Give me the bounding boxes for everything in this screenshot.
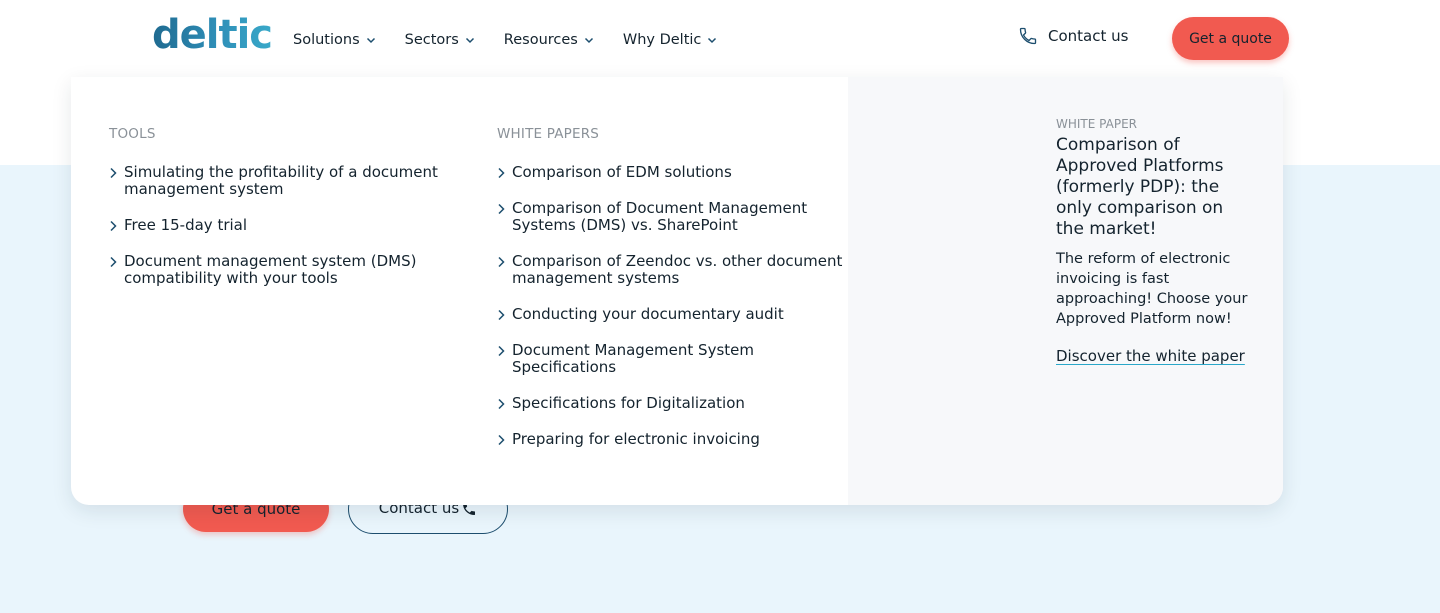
nav-solutions[interactable]: Solutions (293, 29, 377, 51)
nav-label: Sectors (404, 32, 459, 48)
white-paper-link-label: Conducting your documentary audit (512, 305, 784, 323)
featured-eyebrow: WHITE PAPER (1056, 117, 1137, 131)
white-paper-link[interactable]: Comparison of EDM solutions (497, 164, 847, 181)
phone-icon (1019, 27, 1037, 45)
white-paper-link[interactable]: Specifications for Digitalization (497, 395, 847, 412)
main-nav: Solutions Sectors Resources Why Deltic (293, 29, 746, 51)
chevron-down-icon (465, 37, 474, 44)
header-contact-label: Contact us (1048, 27, 1129, 45)
tools-link[interactable]: Free 15-day trial (109, 217, 459, 234)
white-papers-title: WHITE PAPERS (497, 126, 600, 142)
header-get-quote-label: Get a quote (1189, 30, 1272, 47)
site-header: deltic Solutions Sectors Resources Why D… (0, 0, 1440, 76)
resources-mega-menu: TOOLS Simulating the profitability of a … (71, 77, 1283, 505)
tools-column: TOOLS Simulating the profitability of a … (109, 126, 459, 306)
nav-label: Resources (503, 32, 578, 48)
white-paper-link[interactable]: Preparing for electronic invoicing (497, 431, 847, 448)
tools-title: TOOLS (109, 126, 156, 142)
featured-description: The reform of electronic invoicing is fa… (1056, 251, 1248, 327)
discover-white-paper-link[interactable]: Discover the white paper (1056, 347, 1256, 365)
white-paper-link-label: Comparison of Zeendoc vs. other document… (512, 252, 843, 287)
tools-link-label: Simulating the profitability of a docume… (124, 163, 438, 198)
chevron-right-icon (110, 220, 117, 232)
featured-title: Comparison of Approved Platforms (former… (1056, 135, 1224, 239)
white-paper-link-label: Preparing for electronic invoicing (512, 430, 760, 448)
white-paper-link-label: Document Management System Specification… (512, 341, 754, 376)
nav-label: Solutions (293, 32, 360, 48)
chevron-down-icon (366, 37, 375, 44)
white-paper-link[interactable]: Document Management System Specification… (497, 342, 847, 376)
header-get-quote-button[interactable]: Get a quote (1172, 17, 1289, 60)
chevron-right-icon (498, 345, 505, 357)
chevron-right-icon (498, 167, 505, 179)
nav-sectors[interactable]: Sectors (405, 29, 476, 51)
chevron-right-icon (498, 256, 505, 268)
nav-resources[interactable]: Resources (504, 29, 595, 51)
white-paper-link[interactable]: Comparison of Document Management System… (497, 200, 847, 234)
chevron-down-icon (708, 37, 717, 44)
chevron-right-icon (110, 256, 117, 268)
chevron-right-icon (498, 434, 505, 446)
featured-white-paper: WHITE PAPER Comparison of Approved Platf… (1056, 117, 1256, 365)
white-papers-column: WHITE PAPERS Comparison of EDM solutions… (497, 126, 847, 467)
chevron-right-icon (498, 398, 505, 410)
tools-link[interactable]: Document management system (DMS) compati… (109, 253, 459, 287)
deltic-logo[interactable]: deltic (152, 12, 273, 58)
tools-link-label: Document management system (DMS) compati… (124, 252, 417, 287)
white-paper-link-label: Comparison of EDM solutions (512, 163, 732, 181)
chevron-down-icon (584, 37, 593, 44)
tools-link-label: Free 15-day trial (124, 216, 248, 234)
white-paper-link[interactable]: Comparison of Zeendoc vs. other document… (497, 253, 847, 287)
white-paper-link-label: Specifications for Digitalization (512, 394, 745, 412)
chevron-right-icon (498, 203, 505, 215)
nav-why-deltic[interactable]: Why Deltic (623, 29, 719, 51)
header-contact-link[interactable]: Contact us (1018, 26, 1128, 46)
white-paper-link[interactable]: Conducting your documentary audit (497, 306, 847, 323)
chevron-right-icon (110, 167, 117, 179)
white-paper-link-label: Comparison of Document Management System… (512, 199, 808, 234)
nav-label: Why Deltic (622, 32, 702, 48)
chevron-right-icon (498, 309, 505, 321)
tools-link[interactable]: Simulating the profitability of a docume… (109, 164, 459, 198)
